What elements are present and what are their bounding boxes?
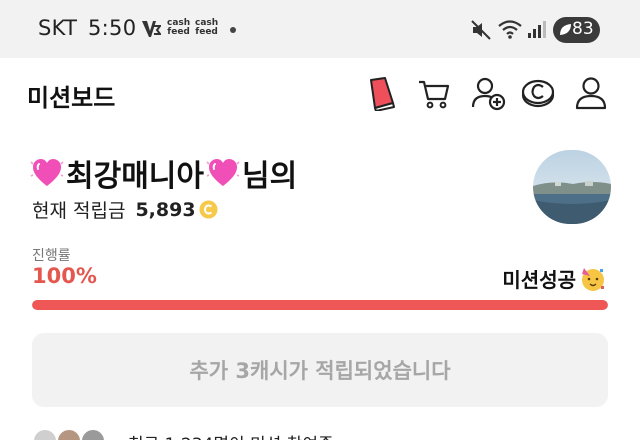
battery-icon: 83 bbox=[553, 17, 600, 43]
clock: 5:50 bbox=[88, 16, 137, 40]
battery-level: 83 bbox=[572, 19, 594, 39]
user-name: 최강매니아 bbox=[66, 159, 204, 194]
user-greeting: 최강매니아 님의 bbox=[30, 153, 298, 194]
friends-participating: 친구 1,234명이 미션 참여중 bbox=[32, 424, 608, 440]
points-label: 현재 적립금 bbox=[32, 200, 126, 222]
signal-icon bbox=[528, 21, 546, 38]
coin-icon bbox=[199, 200, 218, 219]
friend-avatar bbox=[80, 428, 106, 440]
status-bar: SKT 5:50 cash feed cash feed 83 bbox=[0, 0, 640, 58]
wifi-icon bbox=[498, 20, 522, 39]
mission-icon[interactable] bbox=[363, 75, 399, 111]
friend-avatar bbox=[32, 428, 58, 440]
leaf-icon bbox=[560, 24, 571, 35]
cashfeed-logo-icon bbox=[142, 21, 161, 37]
progress-bar bbox=[32, 300, 608, 310]
cash-icon[interactable] bbox=[520, 75, 556, 111]
mission-status-text: 미션성공 bbox=[502, 268, 576, 292]
user-name-suffix: 님의 bbox=[242, 159, 298, 194]
avatar[interactable] bbox=[533, 150, 611, 224]
progress-bar-fill bbox=[32, 300, 608, 310]
profile-icon[interactable] bbox=[573, 75, 609, 111]
sparkling-heart-icon bbox=[206, 159, 240, 186]
cashfeed-badge: cash feed bbox=[167, 18, 191, 37]
friends-participating-text: 친구 1,234명이 미션 참여중 bbox=[128, 430, 334, 440]
friend-avatar bbox=[56, 428, 82, 440]
app-header: 미션보드 bbox=[0, 58, 640, 130]
reward-status-button[interactable]: 추가 3캐시가 적립되었습니다 bbox=[32, 333, 608, 407]
points-value: 5,893 bbox=[135, 198, 196, 221]
sparkling-heart-icon bbox=[30, 159, 64, 186]
notification-dot bbox=[230, 27, 236, 33]
points-summary: 현재 적립금 5,893 bbox=[32, 196, 218, 223]
party-face-icon bbox=[582, 267, 604, 291]
carrier-label: SKT bbox=[38, 16, 78, 40]
cashfeed-badge: cash feed bbox=[195, 18, 219, 37]
mute-icon bbox=[471, 20, 491, 40]
page-title: 미션보드 bbox=[27, 84, 116, 112]
progress-label: 진행률 bbox=[32, 248, 71, 264]
progress-value: 100% bbox=[32, 264, 97, 288]
cart-icon[interactable] bbox=[416, 75, 452, 111]
add-friend-icon[interactable] bbox=[470, 75, 506, 111]
mission-status: 미션성공 bbox=[502, 264, 606, 293]
